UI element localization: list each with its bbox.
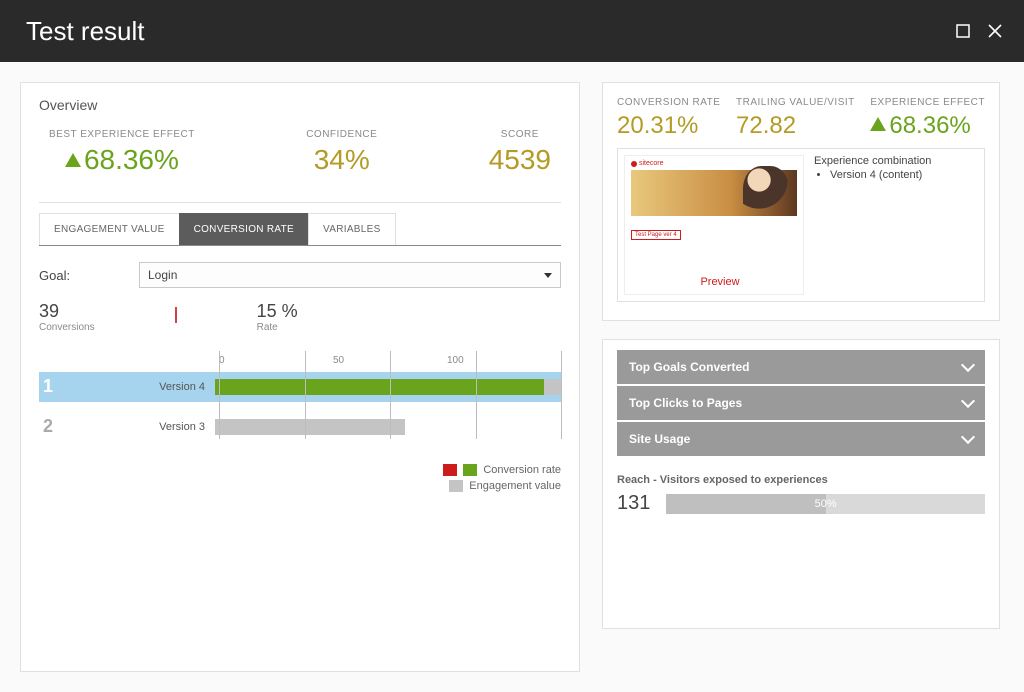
tab-engagement-value[interactable]: ENGAGEMENT VALUE (39, 213, 180, 245)
reach-progress: 50% (666, 494, 985, 514)
trailing-value: 72.82 (736, 114, 855, 138)
summary-panel: CONVERSION RATE 20.31% TRAILING VALUE/VI… (602, 82, 1000, 321)
effect-label: EXPERIENCE EFFECT (870, 97, 985, 108)
overview-heading: Overview (39, 97, 561, 113)
legend-swatch-red (443, 464, 457, 476)
preview-thumbnail: sitecore Test Page ver 4 Preview (624, 155, 804, 295)
legend-engagement: Engagement value (469, 480, 561, 492)
confidence-metric: CONFIDENCE 34% (306, 129, 377, 174)
accordion-site-usage[interactable]: Site Usage (617, 422, 985, 456)
goal-label: Goal: (39, 268, 139, 283)
rate-value: 15 % (257, 302, 298, 322)
score-value: 4539 (489, 146, 551, 174)
combo-label: Experience combination (814, 155, 931, 167)
accordion: Top Goals Converted Top Clicks to Pages … (617, 350, 985, 456)
chart-legend: Conversion rate Engagement value (39, 464, 561, 492)
chevron-down-icon (961, 358, 975, 372)
maximize-button[interactable] (954, 22, 972, 40)
accordion-label: Top Clicks to Pages (629, 396, 742, 410)
reach-row: 131 50% (617, 492, 985, 515)
tick-50: 50 (333, 355, 447, 366)
conv-rate-value: 20.31% (617, 114, 720, 138)
effect-value: 68.36% (870, 114, 985, 138)
row-rank: 2 (39, 416, 65, 437)
arrow-up-icon (65, 153, 81, 167)
bar-track (215, 416, 561, 438)
row-name: Version 3 (65, 421, 215, 433)
legend-swatch-grey (449, 480, 463, 492)
chart-row[interactable]: 1Version 4 (39, 372, 561, 402)
chevron-down-icon (961, 394, 975, 408)
preview-link[interactable]: Preview (700, 276, 739, 288)
confidence-label: CONFIDENCE (306, 129, 377, 140)
stat-separator (175, 307, 177, 323)
engagement-bar (215, 419, 405, 435)
close-button[interactable] (986, 22, 1004, 40)
accordion-top-goals[interactable]: Top Goals Converted (617, 350, 985, 384)
logo-icon (631, 161, 637, 167)
rate-label: Rate (257, 322, 298, 333)
reach-title: Reach - Visitors exposed to experiences (617, 474, 985, 486)
tab-variables[interactable]: VARIABLES (308, 213, 396, 245)
chevron-down-icon (961, 430, 975, 444)
experience-combo: Experience combination Version 4 (conten… (814, 155, 931, 295)
score-metric: SCORE 4539 (489, 129, 551, 174)
preview-link-wrap: Preview (625, 276, 815, 288)
overview-panel: Overview BEST EXPERIENCE EFFECT 68.36% C… (20, 82, 580, 672)
accordion-label: Top Goals Converted (629, 360, 749, 374)
experience-preview: sitecore Test Page ver 4 Preview Experie… (617, 148, 985, 302)
details-panel: Top Goals Converted Top Clicks to Pages … (602, 339, 1000, 629)
legend-swatch-green (463, 464, 477, 476)
accordion-top-clicks[interactable]: Top Clicks to Pages (617, 386, 985, 420)
reach-percent: 50% (815, 494, 837, 514)
accordion-label: Site Usage (629, 432, 690, 446)
rate-stat: 15 % Rate (257, 302, 298, 333)
bar-track (215, 376, 561, 398)
tab-conversion-rate[interactable]: CONVERSION RATE (179, 213, 309, 245)
reach-value: 131 (617, 492, 650, 515)
row-rank: 1 (39, 376, 65, 397)
best-effect-metric: BEST EXPERIENCE EFFECT 68.36% (49, 129, 195, 174)
conversion-chart: 0 50 100 1Version 4 2Version 3 Conversion… (39, 355, 561, 515)
goal-dropdown[interactable]: Login (139, 262, 561, 288)
best-effect-value: 68.36% (49, 146, 195, 174)
conversions-stat: 39 Conversions (39, 302, 95, 333)
legend-conversion: Conversion rate (483, 464, 561, 476)
tick-0: 0 (219, 355, 333, 366)
trailing-metric: TRAILING VALUE/VISIT 72.82 (736, 97, 855, 138)
conversions-label: Conversions (39, 322, 95, 333)
goal-selected: Login (148, 268, 177, 282)
person-image (743, 166, 789, 222)
page-badge: Test Page ver 4 (631, 230, 681, 240)
conversions-value: 39 (39, 302, 95, 322)
chart-row[interactable]: 2Version 3 (39, 412, 561, 442)
brand-logo: sitecore (631, 160, 664, 167)
confidence-value: 34% (306, 146, 377, 174)
row-name: Version 4 (65, 381, 215, 393)
chevron-down-icon (544, 273, 552, 278)
conv-rate-label: CONVERSION RATE (617, 97, 720, 108)
conversion-bar (215, 379, 544, 395)
combo-item: Version 4 (content) (830, 169, 931, 181)
score-label: SCORE (489, 129, 551, 140)
detail-tabs: ENGAGEMENT VALUE CONVERSION RATE VARIABL… (39, 213, 561, 246)
page-title: Test result (26, 16, 940, 47)
trailing-label: TRAILING VALUE/VISIT (736, 97, 855, 108)
title-bar: Test result (0, 0, 1024, 62)
arrow-up-icon (870, 117, 886, 131)
tick-100: 100 (447, 355, 561, 366)
conv-rate-metric: CONVERSION RATE 20.31% (617, 97, 720, 138)
effect-metric: EXPERIENCE EFFECT 68.36% (870, 97, 985, 138)
chart-axis: 0 50 100 (219, 355, 561, 366)
best-effect-label: BEST EXPERIENCE EFFECT (49, 129, 195, 140)
